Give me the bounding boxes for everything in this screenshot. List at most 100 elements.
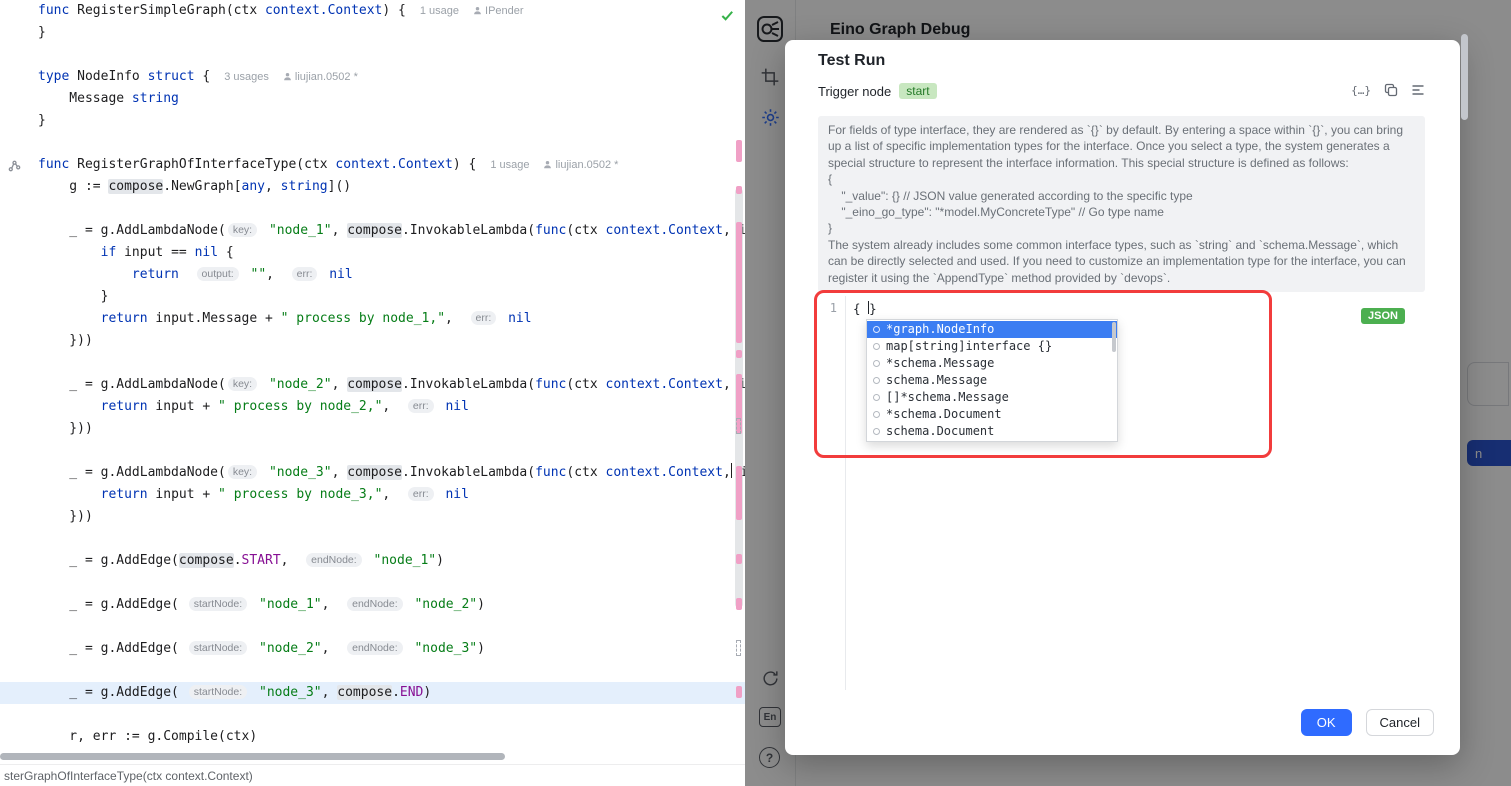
code-line[interactable] <box>0 704 745 726</box>
editor-code-line[interactable]: { } <box>853 301 877 316</box>
code-line[interactable] <box>0 572 745 594</box>
code-line[interactable]: return input + " process by node_3,", er… <box>0 484 745 506</box>
vcs-change-marker <box>736 554 742 564</box>
code-token: context.Context <box>606 465 723 480</box>
code-line[interactable]: return output: "", err: nil <box>0 264 745 286</box>
code-line[interactable]: Message string <box>0 88 745 110</box>
code-line[interactable]: } <box>0 286 745 308</box>
info-line: "_eino_go_type": "*model.MyConcreteType"… <box>828 204 1415 220</box>
autocomplete-item[interactable]: *schema.Document <box>867 406 1117 423</box>
line-number: 1 <box>830 301 837 315</box>
autocomplete-item[interactable]: schema.Message <box>867 372 1117 389</box>
horizontal-scrollbar[interactable] <box>0 751 745 762</box>
code-line[interactable]: } <box>0 22 745 44</box>
code-token: "" <box>251 267 267 282</box>
gutter-graph-icon[interactable] <box>8 159 22 173</box>
code-token: nil <box>195 245 218 260</box>
code-line[interactable]: return input.Message + " process by node… <box>0 308 745 330</box>
code-line[interactable]: g := compose.NewGraph[any, string]() <box>0 176 745 198</box>
autocomplete-item[interactable]: *schema.Message <box>867 355 1117 372</box>
code-token: ) <box>477 597 485 612</box>
code-token: "node_3" <box>269 465 332 480</box>
code-token: { <box>218 245 234 260</box>
code-line[interactable] <box>0 440 745 462</box>
code-token: endNode: <box>306 553 362 567</box>
overlay-scrollbar-thumb[interactable] <box>1461 34 1468 120</box>
copy-icon[interactable] <box>1384 83 1398 97</box>
code-line[interactable]: })) <box>0 418 745 440</box>
code-line[interactable]: })) <box>0 506 745 528</box>
code-line[interactable]: func RegisterGraphOfInterfaceType(ctx co… <box>0 154 745 176</box>
code-line[interactable]: if input == nil { <box>0 242 745 264</box>
type-icon <box>873 326 880 333</box>
code-line[interactable]: return input + " process by node_2,", er… <box>0 396 745 418</box>
autocomplete-scrollbar[interactable] <box>1112 322 1116 352</box>
code-token: " process by node_3," <box>218 487 382 502</box>
code-line[interactable]: _ = g.AddLambdaNode(key: "node_1", compo… <box>0 220 745 242</box>
editor-scrollbar[interactable] <box>732 0 745 748</box>
vcs-change-marker <box>736 598 742 610</box>
code-line[interactable]: _ = g.AddLambdaNode(key: "node_2", compo… <box>0 374 745 396</box>
json-editor[interactable]: 1 { } JSON *graph.NodeInfomap[string]int… <box>818 296 1427 690</box>
code-token: type <box>38 69 69 84</box>
autocomplete-item[interactable]: map[string]interface {} <box>867 338 1117 355</box>
breadcrumb[interactable]: sterGraphOfInterfaceType(ctx context.Con… <box>0 764 745 786</box>
code-token <box>261 223 269 238</box>
code-token: " process by node_1," <box>281 311 445 326</box>
vcs-dashed-marker <box>736 418 741 434</box>
code-token: } <box>38 289 108 304</box>
code-line[interactable]: _ = g.AddEdge( startNode: "node_1", endN… <box>0 594 745 616</box>
code-line[interactable]: r, err := g.Compile(ctx) <box>0 726 745 748</box>
code-line[interactable]: _ = g.AddLambdaNode(key: "node_3", compo… <box>0 462 745 484</box>
code-token: func <box>535 465 566 480</box>
code-token: "node_3" <box>259 685 322 700</box>
code-token: 1 usage <box>420 5 459 17</box>
json-view-icon[interactable]: {…} <box>1351 84 1371 97</box>
code-token: output: <box>197 267 239 281</box>
code-token: startNode: <box>189 641 247 655</box>
code-token: })) <box>38 509 93 524</box>
code-line[interactable]: _ = g.AddEdge( startNode: "node_2", endN… <box>0 638 745 660</box>
code-token: err: <box>408 487 434 501</box>
code-token: _ = g.AddEdge( <box>38 597 187 612</box>
autocomplete-item[interactable]: []*schema.Message <box>867 389 1117 406</box>
code-token: RegisterGraphOfInterfaceType(ctx <box>69 157 335 172</box>
cancel-button[interactable]: Cancel <box>1366 709 1434 736</box>
code-token <box>251 641 259 656</box>
code-line[interactable] <box>0 616 745 638</box>
code-token <box>243 267 251 282</box>
code-editor-pane[interactable]: func RegisterSimpleGraph(ctx context.Con… <box>0 0 745 786</box>
code-token: struct <box>148 69 195 84</box>
autocomplete-item[interactable]: *graph.NodeInfo <box>867 321 1117 338</box>
modal-title: Test Run <box>818 52 885 70</box>
horizontal-scrollbar-thumb[interactable] <box>0 753 505 760</box>
format-icon[interactable] <box>1411 83 1425 97</box>
code-line[interactable] <box>0 132 745 154</box>
completion-text: schema.Message <box>886 372 987 389</box>
code-line[interactable]: _ = g.AddEdge(compose.START, endNode: "n… <box>0 550 745 572</box>
code-line[interactable]: })) <box>0 330 745 352</box>
code-line[interactable] <box>0 528 745 550</box>
code-token <box>500 311 508 326</box>
code-token <box>251 685 259 700</box>
ok-button[interactable]: OK <box>1301 709 1352 736</box>
code-line[interactable] <box>0 352 745 374</box>
code-token: "node_2" <box>259 641 322 656</box>
editor-toolbar: {…} <box>1351 83 1425 97</box>
completion-text: *graph.NodeInfo <box>886 321 994 338</box>
code-token: key: <box>228 223 257 237</box>
autocomplete-item[interactable]: schema.Document <box>867 423 1117 440</box>
code-token: func <box>535 377 566 392</box>
code-token: . <box>234 553 242 568</box>
code-token: . <box>392 685 400 700</box>
code-token: , <box>332 377 348 392</box>
code-line[interactable] <box>0 198 745 220</box>
code-line[interactable]: func RegisterSimpleGraph(ctx context.Con… <box>0 0 745 22</box>
code-line[interactable] <box>0 44 745 66</box>
code-line[interactable]: _ = g.AddEdge( startNode: "node_3", comp… <box>0 682 745 704</box>
completion-text: schema.Document <box>886 423 994 440</box>
code-line[interactable] <box>0 660 745 682</box>
code-line[interactable]: type NodeInfo struct {3 usagesliujian.05… <box>0 66 745 88</box>
code-line[interactable]: } <box>0 110 745 132</box>
code-token: NodeInfo <box>69 69 147 84</box>
